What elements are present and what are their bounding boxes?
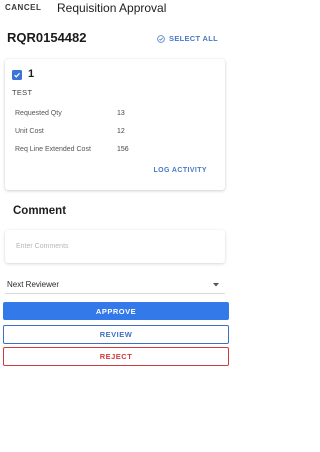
cancel-button[interactable]: CANCEL: [5, 3, 41, 12]
detail-label: Req Line Extended Cost: [15, 146, 91, 153]
reject-button[interactable]: REJECT: [3, 347, 229, 366]
detail-value: 12: [117, 128, 125, 135]
select-all-button[interactable]: SELECT ALL: [157, 34, 218, 43]
requisition-header: RQR0154482 SELECT ALL: [0, 28, 231, 48]
detail-value: 13: [117, 110, 125, 117]
detail-row-extended-cost: Req Line Extended Cost 156: [15, 146, 215, 156]
page-title: Requisition Approval: [57, 1, 167, 15]
line-description: TEST: [12, 88, 33, 97]
detail-row-requested-qty: Requested Qty 13: [15, 110, 215, 120]
detail-value: 156: [117, 146, 129, 153]
comment-input[interactable]: [16, 239, 212, 253]
next-reviewer-select[interactable]: Next Reviewer: [5, 277, 225, 294]
comment-box: [5, 230, 225, 263]
comment-heading: Comment: [13, 205, 67, 217]
log-activity-button[interactable]: LOG ACTIVITY: [153, 167, 207, 174]
review-button[interactable]: REVIEW: [3, 325, 229, 344]
detail-label: Requested Qty: [15, 110, 62, 117]
line-item-card: 1 TEST Requested Qty 13 Unit Cost 12 Req…: [5, 59, 225, 190]
detail-label: Unit Cost: [15, 128, 44, 135]
caret-down-icon: [213, 283, 219, 287]
checkmark-icon: [14, 72, 21, 78]
approve-button[interactable]: APPROVE: [3, 302, 229, 320]
detail-row-unit-cost: Unit Cost 12: [15, 128, 215, 138]
requisition-number: RQR0154482: [7, 30, 87, 45]
line-item-checkbox[interactable]: [12, 70, 22, 80]
next-reviewer-label: Next Reviewer: [7, 280, 60, 289]
top-bar: CANCEL Requisition Approval: [0, 0, 231, 18]
line-number: 1: [28, 68, 35, 80]
select-all-label: SELECT ALL: [169, 34, 218, 43]
check-circle-icon: [157, 34, 165, 43]
